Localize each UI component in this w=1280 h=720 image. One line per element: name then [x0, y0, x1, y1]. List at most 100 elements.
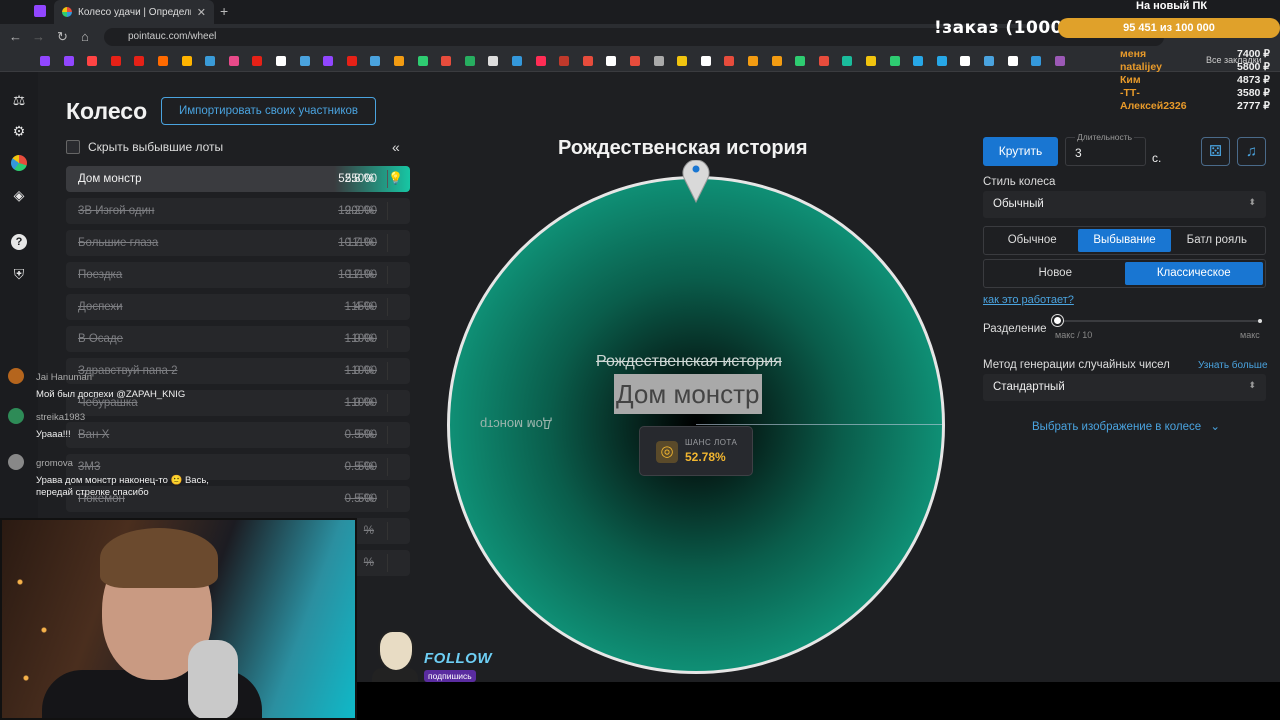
bookmark-icon[interactable] — [394, 56, 404, 66]
bookmark-icon[interactable] — [535, 56, 546, 66]
gavel-icon[interactable]: ⚖ — [11, 92, 27, 108]
spin-button[interactable]: Крутить — [983, 137, 1058, 166]
duration-value[interactable]: 3 — [1075, 146, 1082, 160]
shield-icon[interactable]: ⛨ — [11, 266, 27, 282]
microphone — [188, 640, 238, 718]
music-icon[interactable]: ♫ — [1237, 137, 1266, 166]
bookmark-icon[interactable] — [63, 56, 74, 66]
bookmark-icon[interactable] — [913, 56, 924, 66]
bookmark-icon[interactable] — [40, 56, 50, 66]
how-it-works-link[interactable]: как это работает? — [983, 294, 1074, 306]
import-participants-button[interactable]: Импортировать своих участников — [161, 97, 376, 125]
lot-row[interactable]: Поездка 11100 10.7 % — [66, 262, 410, 288]
rng-label: Метод генерации случайных чисел — [983, 359, 1170, 371]
donor-name: меня — [1120, 48, 1147, 60]
bookmark-icon[interactable] — [748, 56, 758, 66]
bookmark-icon[interactable] — [582, 56, 593, 66]
lot-chance-card: ◎ ШАНС ЛОТА 52.78% — [639, 426, 753, 476]
lot-row-active[interactable]: Дом монстр 55000 52.8 % 💡 — [66, 166, 410, 192]
back-icon[interactable]: ← — [9, 29, 22, 44]
bookmark-icon[interactable] — [417, 56, 428, 66]
bookmark-icon[interactable] — [936, 56, 947, 66]
lot-percent: 0.5 % — [344, 461, 374, 473]
dice-icon[interactable]: ⚄ — [1201, 137, 1230, 166]
lot-row[interactable]: Доспехи 1500 1.4 % — [66, 294, 410, 320]
browser-tab-active[interactable]: Колесо удачи | Определите п... ✕ — [54, 0, 214, 24]
learn-more-link[interactable]: Узнать больше — [1198, 360, 1268, 371]
kind-classic[interactable]: Классическое — [1124, 262, 1263, 285]
bookmark-icon[interactable] — [276, 56, 286, 66]
home-icon[interactable]: ⌂ — [81, 29, 89, 44]
bookmark-icon[interactable] — [181, 56, 192, 66]
bookmark-icon[interactable] — [960, 56, 971, 66]
reload-icon[interactable]: ↻ — [57, 29, 68, 45]
tab-close-icon[interactable]: ✕ — [197, 6, 206, 19]
donor-name: Алексей2326 — [1120, 100, 1187, 112]
layers-icon[interactable]: ◈ — [11, 187, 27, 203]
bookmark-icon[interactable] — [630, 56, 640, 66]
bookmark-icon[interactable] — [370, 56, 381, 66]
bookmark-icon[interactable] — [252, 56, 263, 66]
bookmark-icon[interactable] — [87, 56, 98, 66]
twitch-tab-icon[interactable] — [34, 5, 46, 17]
bookmark-icon[interactable] — [842, 56, 853, 66]
wheel-style-select[interactable]: Обычный ⬍ — [983, 191, 1266, 218]
lot-row[interactable]: Здравствуй папа 2 1000 1.0 % — [66, 358, 410, 384]
bookmark-icon[interactable] — [158, 56, 168, 66]
lot-row[interactable]: В Осаде 1000 1.0 % — [66, 326, 410, 352]
bookmark-icon[interactable] — [205, 56, 216, 66]
bookmark-icon[interactable] — [795, 56, 806, 66]
split-slider-handle[interactable] — [1052, 315, 1063, 326]
kind-toggle: Новое Классическое — [983, 259, 1266, 288]
rng-select[interactable]: Стандартный ⬍ — [983, 374, 1266, 401]
split-slider-track[interactable] — [1058, 320, 1262, 322]
hide-eliminated-checkbox[interactable] — [66, 140, 80, 154]
bookmark-icon[interactable] — [488, 56, 499, 66]
bookmark-icon[interactable] — [677, 56, 688, 66]
donor-row: Ким 4873 ₽ — [1120, 74, 1270, 87]
mode-battle-royale[interactable]: Батл рояль — [1171, 229, 1263, 252]
bookmark-icon[interactable] — [771, 56, 782, 66]
kind-new[interactable]: Новое — [986, 262, 1125, 285]
bookmark-icon[interactable] — [512, 56, 522, 66]
help-icon[interactable]: ? — [11, 234, 27, 250]
bookmark-icon[interactable] — [323, 56, 334, 66]
hide-eliminated-row[interactable]: Скрыть выбывшие лоты — [66, 140, 223, 154]
bookmark-icon[interactable] — [724, 56, 735, 66]
bookmark-icon[interactable] — [606, 56, 617, 66]
bookmark-icon[interactable] — [984, 56, 994, 66]
mode-elimination[interactable]: Выбывание — [1078, 229, 1171, 252]
bookmark-icon[interactable] — [1007, 56, 1018, 66]
lot-name: Здравствуй папа 2 — [78, 365, 178, 377]
bookmark-icon[interactable] — [866, 56, 876, 66]
bookmarks-bar — [0, 50, 1280, 72]
bookmarks-folder[interactable]: Все закладки — [1206, 55, 1262, 65]
gear-icon[interactable]: ⚙ — [11, 123, 27, 139]
bookmark-icon[interactable] — [889, 56, 900, 66]
duration-label: Длительность — [1075, 132, 1135, 142]
bookmark-icon[interactable] — [559, 56, 570, 66]
bookmark-icon[interactable] — [1031, 56, 1042, 66]
bookmark-icon[interactable] — [1054, 56, 1065, 66]
lightbulb-icon[interactable]: 💡 — [388, 171, 403, 187]
bookmark-icon[interactable] — [346, 56, 357, 66]
new-tab-button[interactable]: + — [220, 3, 228, 19]
collapse-panel-icon[interactable]: « — [392, 139, 400, 155]
choose-wheel-image-link[interactable]: Выбрать изображение в колесе ⌄ — [1032, 419, 1220, 433]
forward-icon[interactable]: → — [32, 29, 45, 44]
bookmark-icon[interactable] — [700, 56, 711, 66]
bookmark-icon[interactable] — [110, 56, 121, 66]
bookmark-icon[interactable] — [134, 56, 145, 66]
bookmark-icon[interactable] — [653, 56, 664, 66]
chat-avatar — [8, 454, 24, 470]
bookmark-icon[interactable] — [818, 56, 829, 66]
lot-percent: 52.8 % — [338, 173, 374, 185]
bookmark-icon[interactable] — [299, 56, 310, 66]
lot-row[interactable]: 3В Изгой один 20000 19.2 % — [66, 198, 410, 224]
wheel-icon[interactable] — [11, 155, 27, 171]
bookmark-icon[interactable] — [228, 56, 239, 66]
mode-normal[interactable]: Обычное — [986, 229, 1078, 252]
bookmark-icon[interactable] — [441, 56, 452, 66]
bookmark-icon[interactable] — [464, 56, 475, 66]
lot-row[interactable]: Большие глаза 11100 10.7 % — [66, 230, 410, 256]
